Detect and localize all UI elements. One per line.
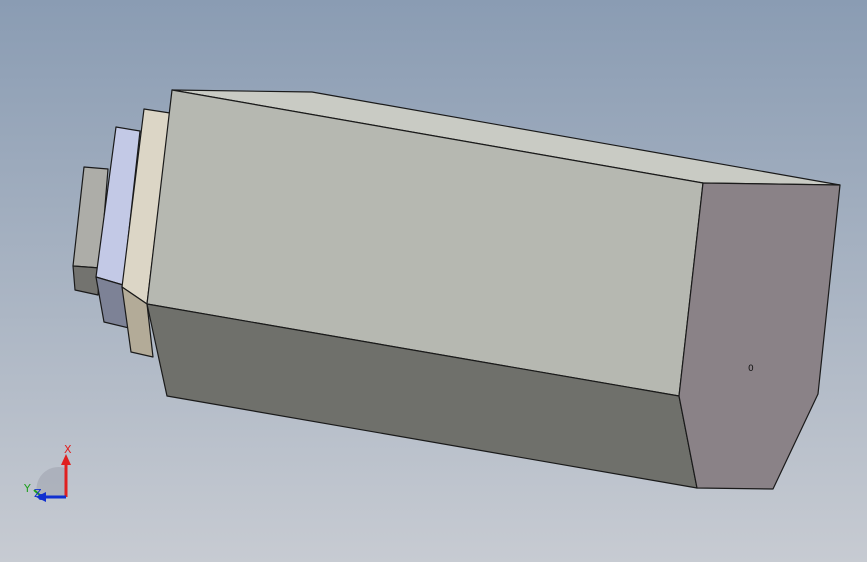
x-axis-label: X [64,443,72,456]
y-axis-label: Y [23,482,31,495]
axis-triad-icon: X Y Z [23,443,72,502]
3d-model-view[interactable]: 0 [0,0,867,562]
z-axis-label: Z [34,487,42,500]
main-body[interactable]: 0 [146,89,841,490]
face-number-label: 0 [748,364,754,374]
graphics-viewport[interactable]: 0 X Y Z [0,0,867,562]
coordinate-triad: X Y Z [20,440,80,510]
